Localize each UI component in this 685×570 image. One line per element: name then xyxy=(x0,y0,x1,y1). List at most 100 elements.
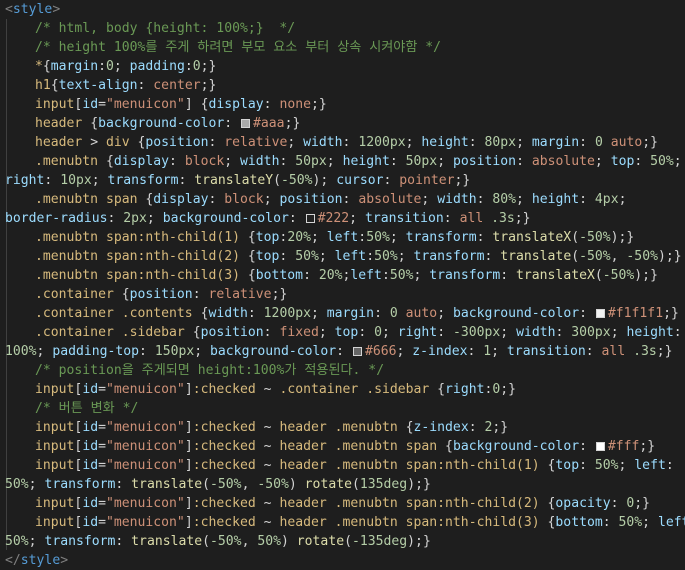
code-token: id xyxy=(82,420,99,435)
code-line[interactable]: input[id="menuicon"]:checked ~ header .m… xyxy=(5,513,685,532)
color-swatch[interactable] xyxy=(352,347,362,356)
color-swatch[interactable] xyxy=(595,309,605,318)
code-token: header xyxy=(279,420,327,435)
code-line[interactable]: /* position을 주게되면 height:100%가 적용된다. */ xyxy=(5,361,685,380)
code-token: { xyxy=(82,116,99,131)
code-token: : xyxy=(476,192,493,207)
code-line[interactable]: .menubtn span:nth-child(1) {top: 20%; lef… xyxy=(5,228,685,247)
code-token: "menuicon" xyxy=(105,382,185,397)
code-token: .container xyxy=(35,306,114,321)
code-token: 20% xyxy=(318,268,343,283)
code-token: -50% xyxy=(626,249,658,264)
code-token: style xyxy=(20,553,61,568)
code-token: : xyxy=(288,211,305,226)
color-swatch[interactable] xyxy=(595,442,605,451)
code-line[interactable]: .menubtn span {display: block; position:… xyxy=(5,190,685,209)
code-token: display xyxy=(113,154,170,169)
code-token: : xyxy=(98,59,106,74)
code-token: -50% xyxy=(602,268,635,283)
code-line[interactable]: .menubtn {display: block; width: 50px; h… xyxy=(5,152,685,171)
code-line[interactable]: .menubtn span:nth-child(2) {top: 50%; le… xyxy=(5,247,685,266)
code-token: ;} xyxy=(492,420,509,435)
code-line[interactable]: .container .contents {width: 1200px; mar… xyxy=(5,304,685,323)
code-token: position xyxy=(200,325,264,340)
color-swatch[interactable] xyxy=(241,119,251,128)
code-token: ; xyxy=(397,249,414,264)
code-line[interactable]: *{margin:0; padding:0;} xyxy=(5,57,685,76)
code-token: : xyxy=(279,249,296,264)
code-token: .menubtn xyxy=(35,154,99,169)
code-token: ~ xyxy=(255,382,280,397)
code-token: : xyxy=(467,344,484,359)
code-token: { xyxy=(137,192,154,207)
code-token: center xyxy=(153,78,201,93)
code-token: ; xyxy=(437,306,453,321)
code-token: :checked xyxy=(192,382,256,397)
code-token: = xyxy=(98,97,106,112)
code-line[interactable]: /* height 100%를 주게 하려면 부모 요소 부터 상속 시켜야함 … xyxy=(5,38,685,57)
code-line[interactable]: </style> xyxy=(5,551,685,570)
code-token: translate xyxy=(131,477,203,492)
code-line[interactable]: 50%; transform: translate(-50%, 50%) rot… xyxy=(5,532,685,551)
code-token: : xyxy=(137,78,154,93)
code-token: border-radius xyxy=(5,211,108,226)
code-token: : xyxy=(484,249,501,264)
code-token: ; xyxy=(28,534,45,549)
code-token: 50% xyxy=(374,249,398,264)
code-token: : xyxy=(579,306,595,321)
code-line[interactable]: .menubtn span:nth-child(3) {bottom: 20%;… xyxy=(5,266,685,285)
code-token: width xyxy=(208,306,248,321)
code-token: id xyxy=(82,382,99,397)
code-token: : xyxy=(184,59,193,74)
code-line[interactable]: 50%; transform: translate(-50%, -50%) ro… xyxy=(5,475,685,494)
code-token: ;} xyxy=(634,496,651,511)
code-token: :checked xyxy=(192,420,256,435)
code-token: ~ xyxy=(255,496,280,511)
code-token: : xyxy=(585,344,602,359)
code-token: : xyxy=(139,344,155,359)
code-line[interactable]: .container .sidebar {position: fixed; to… xyxy=(5,323,685,342)
code-line[interactable]: h1{text-align: center;} xyxy=(5,76,685,95)
code-token: bottom xyxy=(255,268,304,283)
code-line[interactable]: <style> xyxy=(5,0,685,19)
code-token: : xyxy=(44,173,61,188)
code-token: left xyxy=(334,249,367,264)
code-line[interactable]: /* 버튼 변화 */ xyxy=(5,399,685,418)
code-token: -50% xyxy=(579,249,611,264)
code-line[interactable]: header > div {position: relative; width:… xyxy=(5,133,685,152)
code-token: : xyxy=(516,154,532,169)
code-token: ; xyxy=(287,135,304,150)
code-line[interactable]: right: 10px; transform: translateY(-50%)… xyxy=(5,171,685,190)
code-token: ] xyxy=(184,458,193,473)
code-line[interactable]: .container {position: relative;} xyxy=(5,285,685,304)
code-line[interactable]: border-radius: 2px; background-color: #2… xyxy=(5,209,685,228)
code-token: 80% xyxy=(492,192,517,207)
code-token: block xyxy=(184,154,225,169)
code-token: 1200px xyxy=(358,135,406,150)
code-line[interactable]: input[id="menuicon"]:checked ~ .containe… xyxy=(5,380,685,399)
color-swatch[interactable] xyxy=(305,214,315,223)
code-line[interactable]: input[id="menuicon"] {display: none;} xyxy=(5,95,685,114)
code-line[interactable]: 100%; padding-top: 150px; background-col… xyxy=(5,342,685,361)
code-token: , xyxy=(241,534,258,549)
code-token: ; xyxy=(610,325,627,340)
code-token: { xyxy=(129,135,146,150)
code-token: z-index xyxy=(413,420,469,435)
code-token: : xyxy=(383,173,400,188)
code-line[interactable]: header {background-color: #aaa;} xyxy=(5,114,685,133)
code-editor[interactable]: <style>/* html, body {height: 100%;} *//… xyxy=(0,0,685,569)
code-line[interactable]: input[id="menuicon"]:checked ~ header .m… xyxy=(5,437,685,456)
code-token: ; xyxy=(318,325,335,340)
code-line[interactable]: input[id="menuicon"]:checked ~ header .m… xyxy=(5,418,685,437)
code-line[interactable]: input[id="menuicon"]:checked ~ header .m… xyxy=(5,456,685,475)
code-token: = xyxy=(98,496,106,511)
code-line[interactable]: /* html, body {height: 100%;} */ xyxy=(5,19,685,38)
code-token: #222 xyxy=(317,211,350,226)
code-token: ] xyxy=(184,420,193,435)
code-token: -300px xyxy=(452,325,501,340)
code-token: 50% xyxy=(650,154,674,169)
code-token: > xyxy=(60,553,69,568)
code-line[interactable]: input[id="menuicon"]:checked ~ header .m… xyxy=(5,494,685,513)
code-token: block xyxy=(224,192,264,207)
code-token: 50% xyxy=(389,268,414,283)
